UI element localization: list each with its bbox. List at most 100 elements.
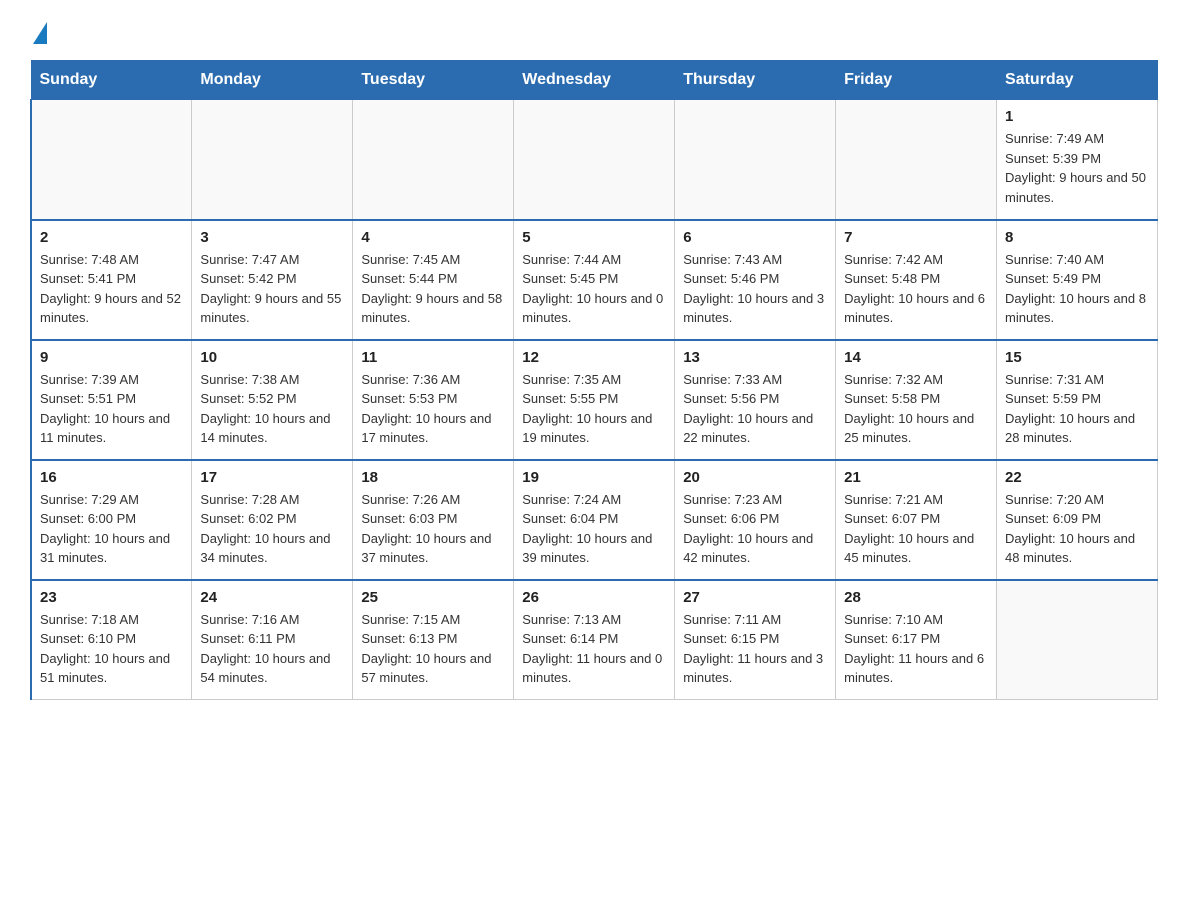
day-info: Sunrise: 7:48 AM Sunset: 5:41 PM Dayligh… — [40, 250, 183, 328]
day-info: Sunrise: 7:29 AM Sunset: 6:00 PM Dayligh… — [40, 490, 183, 568]
calendar-table: SundayMondayTuesdayWednesdayThursdayFrid… — [30, 60, 1158, 700]
day-number: 26 — [522, 589, 666, 606]
calendar-cell: 20 Sunrise: 7:23 AM Sunset: 6:06 PM Dayli… — [675, 460, 836, 580]
day-info: Sunrise: 7:10 AM Sunset: 6:17 PM Dayligh… — [844, 610, 988, 688]
calendar-day-header: Monday — [192, 61, 353, 100]
day-info: Sunrise: 7:38 AM Sunset: 5:52 PM Dayligh… — [200, 370, 344, 448]
day-number: 4 — [361, 229, 505, 246]
calendar-cell: 18 Sunrise: 7:26 AM Sunset: 6:03 PM Dayli… — [353, 460, 514, 580]
calendar-cell — [836, 100, 997, 220]
page-header — [30, 20, 1158, 40]
day-number: 16 — [40, 469, 183, 486]
day-info: Sunrise: 7:23 AM Sunset: 6:06 PM Dayligh… — [683, 490, 827, 568]
calendar-cell: 12 Sunrise: 7:35 AM Sunset: 5:55 PM Dayli… — [514, 340, 675, 460]
day-info: Sunrise: 7:40 AM Sunset: 5:49 PM Dayligh… — [1005, 250, 1149, 328]
calendar-cell: 19 Sunrise: 7:24 AM Sunset: 6:04 PM Dayli… — [514, 460, 675, 580]
day-number: 8 — [1005, 229, 1149, 246]
day-number: 24 — [200, 589, 344, 606]
day-number: 14 — [844, 349, 988, 366]
calendar-week-row: 9 Sunrise: 7:39 AM Sunset: 5:51 PM Daylig… — [31, 340, 1158, 460]
calendar-cell: 5 Sunrise: 7:44 AM Sunset: 5:45 PM Daylig… — [514, 220, 675, 340]
day-number: 12 — [522, 349, 666, 366]
logo-triangle-icon — [33, 22, 47, 44]
calendar-cell: 9 Sunrise: 7:39 AM Sunset: 5:51 PM Daylig… — [31, 340, 192, 460]
calendar-cell: 4Sunrise: 7:45 AM Sunset: 5:44 PM Daylig… — [353, 220, 514, 340]
calendar-cell: 8 Sunrise: 7:40 AM Sunset: 5:49 PM Daylig… — [997, 220, 1158, 340]
day-info: Sunrise: 7:42 AM Sunset: 5:48 PM Dayligh… — [844, 250, 988, 328]
calendar-cell: 28 Sunrise: 7:10 AM Sunset: 6:17 PM Dayli… — [836, 580, 997, 700]
day-number: 17 — [200, 469, 344, 486]
day-number: 6 — [683, 229, 827, 246]
calendar-week-row: 2 Sunrise: 7:48 AM Sunset: 5:41 PM Daylig… — [31, 220, 1158, 340]
day-number: 19 — [522, 469, 666, 486]
calendar-day-header: Wednesday — [514, 61, 675, 100]
day-number: 2 — [40, 229, 183, 246]
calendar-cell: 15 Sunrise: 7:31 AM Sunset: 5:59 PM Dayli… — [997, 340, 1158, 460]
calendar-cell: 13 Sunrise: 7:33 AM Sunset: 5:56 PM Dayli… — [675, 340, 836, 460]
day-number: 9 — [40, 349, 183, 366]
calendar-cell: 16 Sunrise: 7:29 AM Sunset: 6:00 PM Dayli… — [31, 460, 192, 580]
day-info: Sunrise: 7:35 AM Sunset: 5:55 PM Dayligh… — [522, 370, 666, 448]
calendar-cell — [514, 100, 675, 220]
day-info: Sunrise: 7:15 AM Sunset: 6:13 PM Dayligh… — [361, 610, 505, 688]
calendar-day-header: Tuesday — [353, 61, 514, 100]
calendar-cell — [353, 100, 514, 220]
day-info: Sunrise: 7:33 AM Sunset: 5:56 PM Dayligh… — [683, 370, 827, 448]
calendar-day-header: Thursday — [675, 61, 836, 100]
calendar-cell: 27 Sunrise: 7:11 AM Sunset: 6:15 PM Dayli… — [675, 580, 836, 700]
logo — [30, 20, 47, 40]
calendar-cell: 22Sunrise: 7:20 AM Sunset: 6:09 PM Dayli… — [997, 460, 1158, 580]
day-number: 1 — [1005, 108, 1149, 125]
calendar-cell: 6Sunrise: 7:43 AM Sunset: 5:46 PM Daylig… — [675, 220, 836, 340]
day-info: Sunrise: 7:26 AM Sunset: 6:03 PM Dayligh… — [361, 490, 505, 568]
calendar-week-row: 16 Sunrise: 7:29 AM Sunset: 6:00 PM Dayli… — [31, 460, 1158, 580]
calendar-week-row: 23 Sunrise: 7:18 AM Sunset: 6:10 PM Dayli… — [31, 580, 1158, 700]
day-info: Sunrise: 7:44 AM Sunset: 5:45 PM Dayligh… — [522, 250, 666, 328]
day-info: Sunrise: 7:18 AM Sunset: 6:10 PM Dayligh… — [40, 610, 183, 688]
calendar-cell: 23 Sunrise: 7:18 AM Sunset: 6:10 PM Dayli… — [31, 580, 192, 700]
calendar-cell — [31, 100, 192, 220]
calendar-day-header: Friday — [836, 61, 997, 100]
calendar-cell: 14 Sunrise: 7:32 AM Sunset: 5:58 PM Dayli… — [836, 340, 997, 460]
day-info: Sunrise: 7:13 AM Sunset: 6:14 PM Dayligh… — [522, 610, 666, 688]
day-info: Sunrise: 7:36 AM Sunset: 5:53 PM Dayligh… — [361, 370, 505, 448]
day-number: 23 — [40, 589, 183, 606]
day-number: 7 — [844, 229, 988, 246]
day-info: Sunrise: 7:21 AM Sunset: 6:07 PM Dayligh… — [844, 490, 988, 568]
calendar-cell: 21 Sunrise: 7:21 AM Sunset: 6:07 PM Dayli… — [836, 460, 997, 580]
day-number: 21 — [844, 469, 988, 486]
day-number: 25 — [361, 589, 505, 606]
calendar-cell: 17Sunrise: 7:28 AM Sunset: 6:02 PM Dayli… — [192, 460, 353, 580]
day-info: Sunrise: 7:31 AM Sunset: 5:59 PM Dayligh… — [1005, 370, 1149, 448]
day-info: Sunrise: 7:39 AM Sunset: 5:51 PM Dayligh… — [40, 370, 183, 448]
day-number: 3 — [200, 229, 344, 246]
calendar-cell — [997, 580, 1158, 700]
calendar-week-row: 1Sunrise: 7:49 AM Sunset: 5:39 PM Daylig… — [31, 100, 1158, 220]
day-number: 28 — [844, 589, 988, 606]
calendar-cell — [192, 100, 353, 220]
day-info: Sunrise: 7:11 AM Sunset: 6:15 PM Dayligh… — [683, 610, 827, 688]
day-number: 20 — [683, 469, 827, 486]
calendar-day-header: Sunday — [31, 61, 192, 100]
day-number: 13 — [683, 349, 827, 366]
calendar-header-row: SundayMondayTuesdayWednesdayThursdayFrid… — [31, 61, 1158, 100]
day-number: 5 — [522, 229, 666, 246]
calendar-cell: 26 Sunrise: 7:13 AM Sunset: 6:14 PM Dayli… — [514, 580, 675, 700]
day-info: Sunrise: 7:24 AM Sunset: 6:04 PM Dayligh… — [522, 490, 666, 568]
calendar-cell: 7 Sunrise: 7:42 AM Sunset: 5:48 PM Daylig… — [836, 220, 997, 340]
day-number: 15 — [1005, 349, 1149, 366]
calendar-cell: 2 Sunrise: 7:48 AM Sunset: 5:41 PM Daylig… — [31, 220, 192, 340]
calendar-cell: 10 Sunrise: 7:38 AM Sunset: 5:52 PM Dayli… — [192, 340, 353, 460]
calendar-day-header: Saturday — [997, 61, 1158, 100]
day-number: 10 — [200, 349, 344, 366]
calendar-cell: 24 Sunrise: 7:16 AM Sunset: 6:11 PM Dayli… — [192, 580, 353, 700]
day-info: Sunrise: 7:32 AM Sunset: 5:58 PM Dayligh… — [844, 370, 988, 448]
day-info: Sunrise: 7:47 AM Sunset: 5:42 PM Dayligh… — [200, 250, 344, 328]
day-number: 27 — [683, 589, 827, 606]
calendar-cell: 25 Sunrise: 7:15 AM Sunset: 6:13 PM Dayli… — [353, 580, 514, 700]
day-number: 18 — [361, 469, 505, 486]
day-info: Sunrise: 7:16 AM Sunset: 6:11 PM Dayligh… — [200, 610, 344, 688]
day-number: 11 — [361, 349, 505, 366]
calendar-cell: 3 Sunrise: 7:47 AM Sunset: 5:42 PM Daylig… — [192, 220, 353, 340]
calendar-cell: 11 Sunrise: 7:36 AM Sunset: 5:53 PM Dayli… — [353, 340, 514, 460]
